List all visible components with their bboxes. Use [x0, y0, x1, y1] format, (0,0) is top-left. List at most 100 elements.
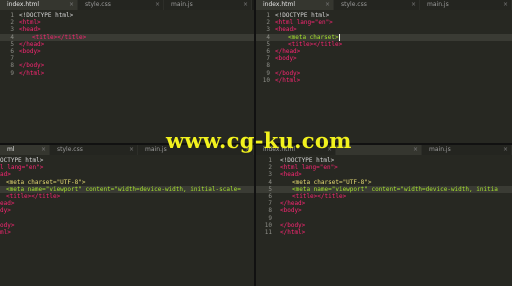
- code-line: <body>: [275, 55, 297, 63]
- tab-index-html[interactable]: index.html ×: [256, 0, 334, 10]
- code-area[interactable]: 1 <!DOCTYPE html> 2 <html> 3 <head> 4 <title…: [0, 12, 254, 77]
- tab-main-js[interactable]: main.js ×: [164, 0, 252, 10]
- code-line: </head>: [275, 47, 301, 55]
- tab-label: index.html: [7, 1, 39, 8]
- line-number: 7: [266, 55, 270, 63]
- watermark-text: www.cg-ku.com: [166, 128, 352, 153]
- tab-style-css[interactable]: style.css ×: [78, 0, 164, 10]
- line-number: 4: [268, 178, 272, 186]
- code-line: <title></title>: [292, 192, 347, 200]
- tab-label: main.js: [427, 1, 449, 8]
- tab-label: ml: [7, 146, 15, 153]
- code-line: <body>: [19, 47, 41, 55]
- code-line: ody>: [0, 221, 15, 229]
- line-number: 8: [10, 62, 14, 70]
- close-icon[interactable]: ×: [155, 0, 160, 10]
- close-icon[interactable]: ×: [129, 145, 134, 155]
- code-line: </body>: [280, 221, 306, 229]
- code-line: <title></title>: [6, 192, 61, 200]
- tab-label: index.html: [263, 1, 295, 8]
- tab-index-html[interactable]: ml ×: [0, 145, 50, 155]
- tab-label: main.js: [429, 146, 451, 153]
- editor-pane-top-right[interactable]: index.html × style.css × main.js × 1 <!DOCTY…: [256, 0, 512, 143]
- line-number: 6: [266, 47, 270, 55]
- close-icon[interactable]: ×: [325, 0, 330, 10]
- tab-main-js[interactable]: main.js ×: [420, 0, 512, 10]
- line-number: 2: [268, 164, 272, 172]
- line-number: 9: [268, 214, 272, 222]
- line-number: 4: [266, 33, 270, 41]
- code-line: </body>: [275, 69, 301, 77]
- code-line: </html>: [275, 76, 301, 84]
- close-icon[interactable]: ×: [69, 0, 74, 10]
- close-icon[interactable]: ×: [243, 0, 248, 10]
- code-line: <meta name="viewport" content="width=dev…: [6, 185, 241, 193]
- code-line: <!DOCTYPE html>: [280, 157, 335, 164]
- code-area[interactable]: OCTYPE html> l lang="en"> ad> <meta char…: [0, 157, 254, 236]
- code-line: <head>: [19, 26, 41, 34]
- code-line: l lang="en">: [0, 164, 44, 172]
- code-line: <title></title>: [32, 33, 87, 41]
- code-line: <head>: [275, 26, 297, 34]
- tab-style-css[interactable]: style.css ×: [334, 0, 420, 10]
- code-line: <title></title>: [288, 40, 343, 48]
- code-line: <meta charset="UTF-8">: [6, 178, 86, 186]
- line-number: 6: [10, 47, 14, 55]
- code-line: </head>: [19, 40, 45, 48]
- editor-pane-bottom-right[interactable]: index.html × × main.js × 1 <!DOCTYPE html> …: [256, 145, 512, 286]
- line-number: 8: [268, 207, 272, 215]
- line-number: 1: [10, 12, 14, 19]
- line-number: 7: [268, 200, 272, 208]
- tab-bar: index.html × style.css × main.js ×: [256, 0, 512, 10]
- code-line: ad>: [0, 171, 11, 179]
- line-number: 11: [264, 228, 272, 236]
- line-number: 5: [268, 185, 272, 193]
- tab-bar: index.html × style.css × main.js ×: [0, 0, 254, 10]
- line-number: 2: [10, 19, 14, 27]
- tab-label: style.css: [57, 146, 83, 153]
- line-number: 6: [268, 192, 272, 200]
- line-number: 9: [266, 69, 270, 77]
- line-number: 9: [10, 69, 14, 77]
- tab-style-css[interactable]: style.css ×: [50, 145, 138, 155]
- code-line: <html lang="en">: [275, 19, 333, 27]
- tab-label: main.js: [171, 1, 193, 8]
- code-line: <!DOCTYPE html>: [275, 12, 330, 19]
- code-line: ead>: [0, 200, 15, 208]
- line-number: 1: [268, 157, 272, 164]
- code-line: </html>: [19, 69, 45, 77]
- line-number: 5: [10, 40, 14, 48]
- tab-label: style.css: [341, 1, 367, 8]
- tab-main-js[interactable]: main.js ×: [422, 145, 512, 155]
- close-icon[interactable]: ×: [411, 0, 416, 10]
- line-number: 10: [262, 76, 270, 84]
- line-number: 2: [266, 19, 270, 27]
- close-icon[interactable]: ×: [413, 145, 418, 155]
- code-area[interactable]: 1 <!DOCTYPE html> 2 <html lang="en"> 3 <hea…: [256, 12, 512, 84]
- tab-index-html[interactable]: index.html ×: [0, 0, 78, 10]
- code-area[interactable]: 1 <!DOCTYPE html> 2 <html lang="en"> 3 <hea…: [256, 157, 512, 236]
- line-number: 5: [266, 40, 270, 48]
- text-cursor: [338, 33, 340, 41]
- line-number: 3: [266, 26, 270, 34]
- line-number: 4: [10, 33, 14, 41]
- close-icon[interactable]: ×: [503, 145, 508, 155]
- code-line: </head>: [280, 200, 306, 208]
- close-icon[interactable]: ×: [503, 0, 508, 10]
- line-number: 1: [266, 12, 270, 19]
- code-line: <body>: [280, 207, 302, 215]
- line-number: 10: [264, 221, 272, 229]
- line-number: 7: [10, 55, 14, 63]
- editor-pane-top-left[interactable]: index.html × style.css × main.js × 1 <!DOCTY…: [0, 0, 254, 143]
- close-icon[interactable]: ×: [41, 145, 46, 155]
- line-number: 8: [266, 62, 270, 70]
- code-line: <meta charset>: [288, 33, 340, 41]
- line-number: 3: [268, 171, 272, 179]
- tab-label: style.css: [85, 1, 111, 8]
- code-line: ml>: [0, 228, 11, 236]
- tab-label: main.js: [145, 146, 167, 153]
- editor-pane-bottom-left[interactable]: ml × style.css × main.js × OCTYPE html> l l…: [0, 145, 254, 286]
- code-line: <meta name="viewport" content="width=dev…: [292, 185, 498, 193]
- code-line: </html>: [280, 228, 306, 236]
- code-line: <head>: [280, 171, 302, 179]
